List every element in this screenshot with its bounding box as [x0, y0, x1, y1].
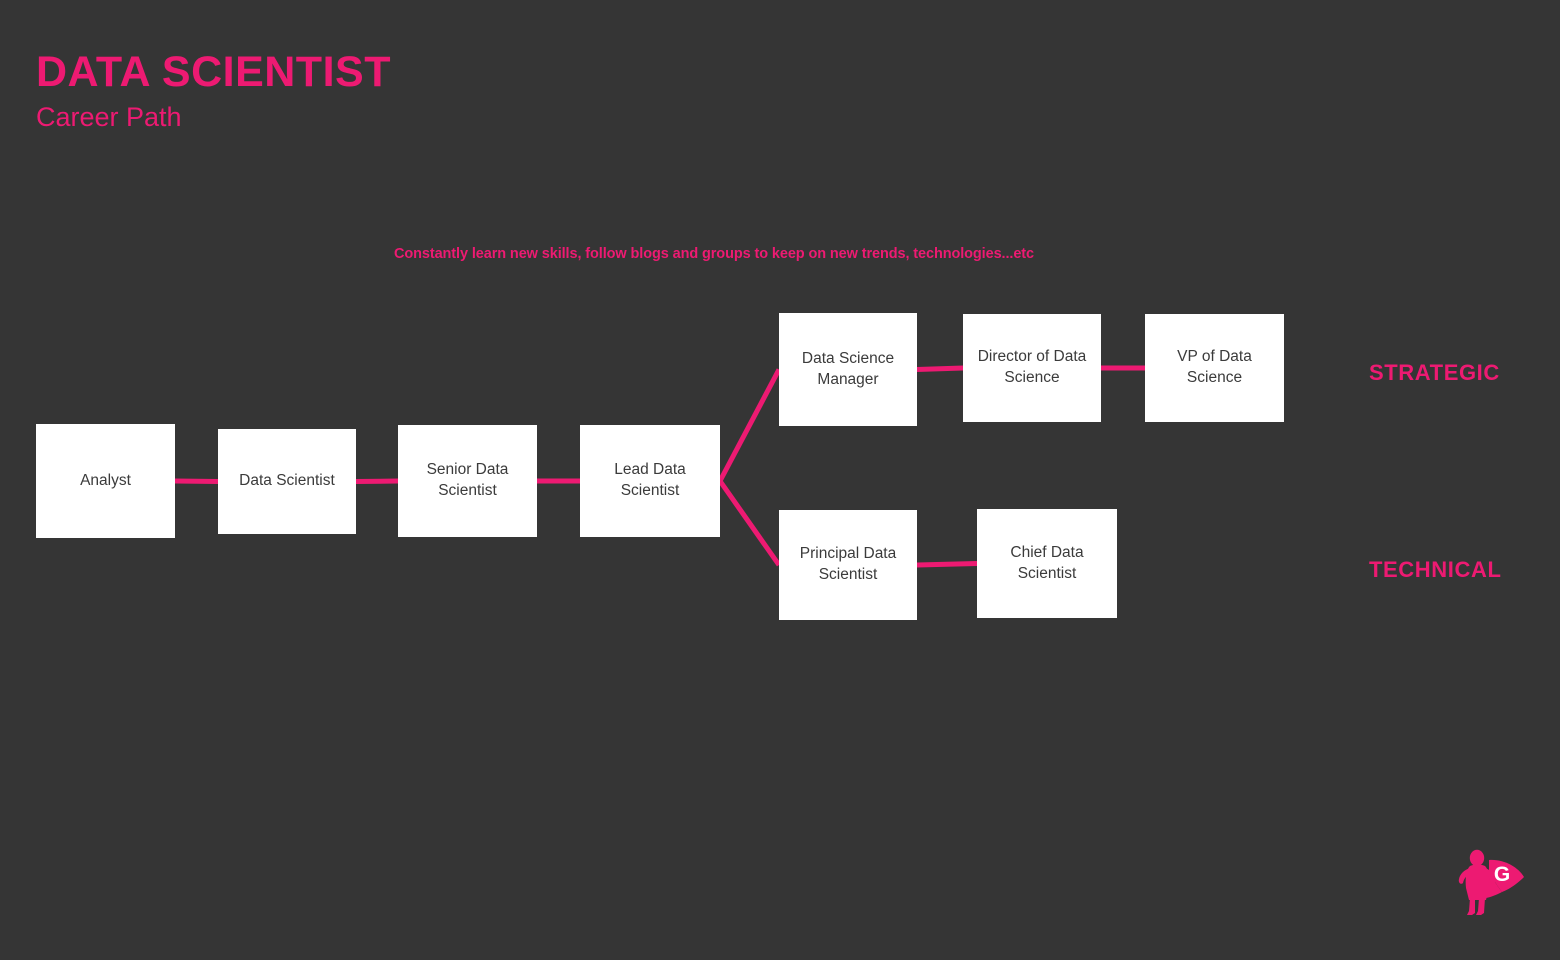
connector-ds-manager-to-director-ds	[916, 365, 964, 372]
role-node-analyst[interactable]: Analyst	[36, 424, 175, 538]
connector-data-scientist-to-senior-ds	[355, 478, 399, 484]
connector-lead-ds-to-ds-manager	[717, 368, 782, 483]
role-node-label: Analyst	[80, 471, 131, 489]
learning-annotation: Constantly learn new skills, follow blog…	[394, 246, 1034, 262]
role-node-label: Data Science Manager	[801, 349, 895, 388]
role-node-label: Senior Data Scientist	[426, 461, 509, 499]
track-label-technical: TECHNICAL	[1369, 557, 1502, 582]
role-node-senior-ds[interactable]: Senior Data Scientist	[398, 425, 537, 537]
page-subtitle: Career Path	[36, 102, 182, 133]
connector-analyst-to-data-scientist	[174, 478, 219, 484]
role-node-chief-ds[interactable]: Chief Data Scientist	[977, 509, 1117, 618]
role-node-label: Chief Data Scientist	[1010, 543, 1084, 582]
role-node-label: VP of Data Science	[1177, 348, 1252, 386]
logo-letter: G	[1494, 863, 1510, 886]
role-node-ds-manager[interactable]: Data Science Manager	[779, 313, 917, 426]
superhero-g-icon: G	[1458, 849, 1524, 915]
infographic-canvas: DATA SCIENTIST Career Path Constantly le…	[0, 0, 1560, 960]
connector-lead-ds-to-principal-ds	[717, 479, 782, 567]
role-node-lead-ds[interactable]: Lead Data Scientist	[580, 425, 720, 537]
role-node-label: Data Scientist	[239, 472, 335, 490]
superhero-g-logo: G	[1448, 843, 1528, 923]
connector-principal-ds-to-chief-ds	[916, 561, 978, 568]
role-node-label: Lead Data Scientist	[614, 461, 686, 499]
track-label-strategic: STRATEGIC	[1369, 360, 1500, 385]
role-node-vp-ds[interactable]: VP of Data Science	[1145, 314, 1284, 422]
page-header: DATA SCIENTIST Career Path	[36, 48, 391, 133]
role-node-data-scientist[interactable]: Data Scientist	[218, 429, 356, 534]
role-node-label: Director of Data Science	[977, 348, 1087, 386]
page-title: DATA SCIENTIST	[36, 48, 391, 96]
role-node-label: Principal Data Scientist	[799, 545, 897, 583]
role-node-principal-ds[interactable]: Principal Data Scientist	[779, 510, 917, 620]
role-node-director-ds[interactable]: Director of Data Science	[963, 314, 1101, 422]
